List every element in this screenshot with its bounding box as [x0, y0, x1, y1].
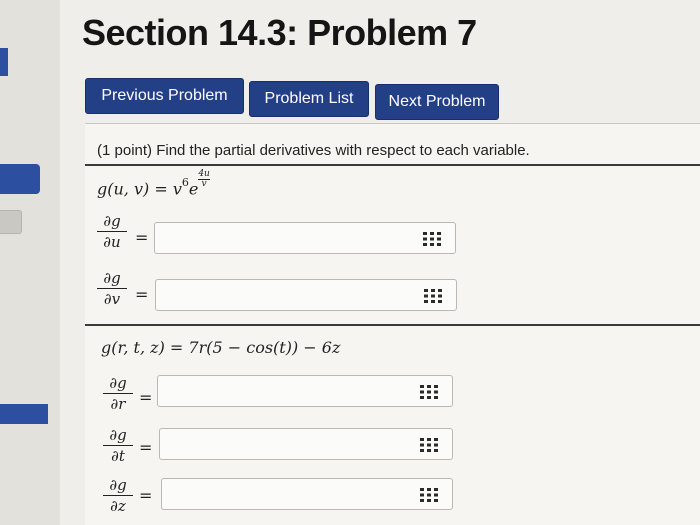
- equals-sign: =: [139, 486, 153, 505]
- answer-input-dg-dv[interactable]: [155, 279, 457, 311]
- function-g-uv: g(u, v) = v6e 4u v: [97, 170, 210, 199]
- grid-icon[interactable]: [423, 232, 441, 246]
- partial-dz-label: ∂g ∂z: [103, 476, 133, 515]
- previous-problem-button[interactable]: Previous Problem: [85, 78, 244, 114]
- grid-icon[interactable]: [420, 438, 438, 452]
- grid-icon[interactable]: [424, 289, 442, 303]
- partial-dt-label: ∂g ∂t: [103, 426, 133, 465]
- divider: [85, 164, 700, 166]
- answer-input-dg-dz[interactable]: [161, 478, 453, 510]
- equals-sign: =: [139, 438, 153, 457]
- function-g-rtz: g(r, t, z) = 7r(5 − cos(t)) − 6z: [101, 338, 341, 357]
- answer-input-dg-du[interactable]: [154, 222, 456, 254]
- partial-numerator: ∂g: [103, 426, 133, 446]
- partial-denominator: ∂v: [103, 290, 121, 308]
- sidebar-item[interactable]: [0, 210, 22, 234]
- partial-denominator: ∂r: [110, 395, 126, 413]
- sidebar-fragment: [0, 0, 60, 525]
- divider: [85, 324, 700, 326]
- partial-denominator: ∂t: [111, 447, 125, 465]
- main-content: Section 14.3: Problem 7 Previous Problem…: [60, 0, 700, 525]
- problem-list-button[interactable]: Problem List: [249, 81, 369, 117]
- problem-prompt: (1 point) Find the partial derivatives w…: [97, 142, 530, 159]
- sidebar-highlight: [0, 48, 8, 76]
- partial-numerator: ∂g: [103, 476, 133, 496]
- exponent-fraction: 4u v: [198, 170, 210, 189]
- partial-dv-label: ∂g ∂v: [97, 269, 127, 308]
- problem-panel: (1 point) Find the partial derivatives w…: [85, 123, 700, 525]
- partial-dr-label: ∂g ∂r: [103, 374, 133, 413]
- equals-sign: =: [139, 388, 153, 407]
- equals-sign: =: [135, 285, 149, 304]
- sidebar-item-highlight[interactable]: [0, 404, 48, 424]
- exponent-denominator: v: [201, 179, 207, 189]
- partial-du-label: ∂g ∂u: [97, 212, 127, 251]
- next-problem-button[interactable]: Next Problem: [375, 84, 499, 120]
- grid-icon[interactable]: [420, 488, 438, 502]
- function-g-uv-base: g(u, v) = v: [97, 179, 182, 199]
- partial-numerator: ∂g: [97, 269, 127, 289]
- equals-sign: =: [135, 228, 149, 247]
- partial-denominator: ∂u: [103, 233, 121, 251]
- partial-numerator: ∂g: [103, 374, 133, 394]
- exponent-v: 6: [181, 176, 189, 189]
- partial-numerator: ∂g: [97, 212, 127, 232]
- partial-denominator: ∂z: [110, 497, 126, 515]
- exp-e: e: [188, 179, 199, 199]
- sidebar-active-item[interactable]: [0, 164, 40, 194]
- answer-input-dg-dt[interactable]: [159, 428, 453, 460]
- answer-input-dg-dr[interactable]: [157, 375, 453, 407]
- grid-icon[interactable]: [420, 385, 438, 399]
- page-title: Section 14.3: Problem 7: [82, 12, 477, 53]
